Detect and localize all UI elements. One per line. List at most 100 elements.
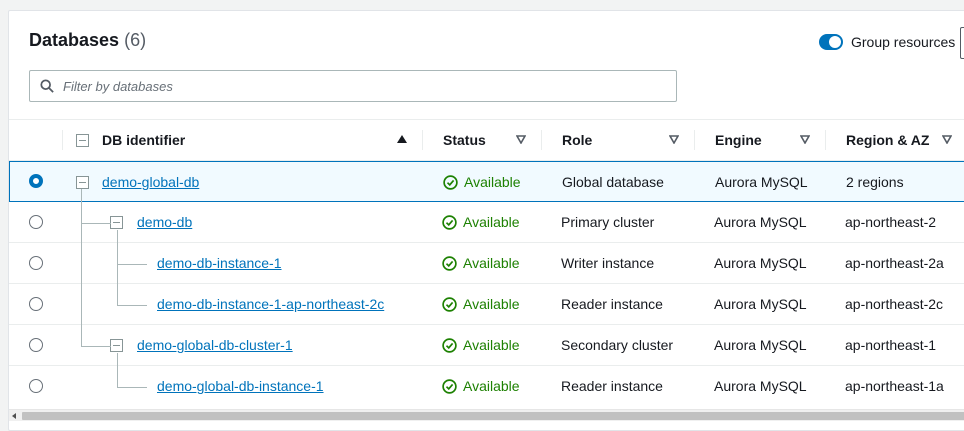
tree-line: [117, 353, 118, 387]
db-identifier-cell: demo-db-instance-1: [157, 243, 282, 283]
check-circle-icon: [442, 337, 457, 353]
check-circle-icon: [442, 378, 457, 394]
row-radio[interactable]: [29, 215, 43, 229]
sort-ascending-icon[interactable]: [397, 135, 407, 143]
engine-cell: Aurora MySQL: [714, 378, 807, 394]
tree-line: [81, 189, 82, 346]
role-cell: Secondary cluster: [561, 337, 674, 353]
db-identifier-cell: demo-global-db-instance-1: [157, 366, 324, 406]
db-identifier-link[interactable]: demo-global-db: [102, 174, 199, 190]
db-identifier-link[interactable]: demo-db-instance-1-ap-northeast-2c: [157, 296, 384, 312]
tree-line: [81, 346, 111, 347]
collapse-icon[interactable]: [110, 338, 123, 352]
role-cell: Reader instance: [561, 378, 663, 394]
status-cell: Available: [442, 366, 520, 406]
table-row[interactable]: demo-global-db-instance-1 Available Read…: [9, 366, 964, 407]
table-row[interactable]: demo-db-instance-1-ap-northeast-2c Avail…: [9, 284, 964, 325]
column-role[interactable]: Role: [541, 120, 694, 160]
role-cell: Global database: [562, 174, 664, 190]
check-circle-icon: [442, 255, 457, 271]
check-circle-icon: [442, 214, 457, 230]
status-cell: Available: [443, 162, 521, 202]
table-row[interactable]: demo-global-db-cluster-1 Available Secon…: [9, 325, 964, 366]
db-identifier-link[interactable]: demo-global-db-instance-1: [157, 378, 324, 394]
status-cell: Available: [442, 284, 520, 324]
collapse-icon[interactable]: [76, 175, 89, 189]
status-text: Available: [463, 296, 520, 312]
role-cell: Primary cluster: [561, 214, 655, 230]
collapse-icon[interactable]: [110, 215, 123, 229]
db-identifier-cell: demo-global-db-cluster-1: [110, 325, 293, 365]
column-engine[interactable]: Engine: [694, 120, 825, 160]
column-label: Role: [562, 132, 593, 148]
region-cell: ap-northeast-1a: [845, 378, 944, 394]
column-label: DB identifier: [102, 132, 186, 148]
column-separator: [541, 130, 542, 150]
column-db-identifier[interactable]: DB identifier: [62, 120, 422, 160]
column-separator: [694, 130, 695, 150]
sort-dropdown-icon[interactable]: [669, 135, 679, 144]
scroll-left-icon[interactable]: [12, 413, 16, 419]
sort-dropdown-icon[interactable]: [942, 135, 952, 144]
group-resources-toggle[interactable]: Group resources: [819, 34, 955, 50]
database-count: (6): [124, 30, 147, 50]
title-text: Databases: [29, 30, 120, 50]
region-cell: ap-northeast-2c: [845, 296, 944, 312]
table-row[interactable]: demo-db-instance-1 Available Writer inst…: [9, 243, 964, 284]
toolbar-button-partial[interactable]: [960, 27, 964, 59]
search-icon: [40, 79, 54, 93]
role-cell: Reader instance: [561, 296, 663, 312]
column-separator: [825, 130, 826, 150]
region-cell: ap-northeast-2: [845, 214, 937, 230]
sort-dropdown-icon[interactable]: [516, 135, 526, 144]
region-cell: ap-northeast-1: [845, 337, 937, 353]
toggle-switch[interactable]: [819, 34, 843, 50]
search-input[interactable]: [63, 78, 623, 94]
column-label: Status: [443, 132, 486, 148]
table-row[interactable]: demo-global-db Available Global database…: [9, 161, 964, 202]
row-radio[interactable]: [29, 338, 43, 352]
role-cell: Writer instance: [561, 255, 655, 271]
tree-line: [117, 230, 118, 305]
tree-line: [117, 264, 147, 265]
region-cell: 2 regions: [846, 174, 904, 190]
engine-cell: Aurora MySQL: [714, 296, 807, 312]
row-radio[interactable]: [29, 297, 43, 311]
status-text: Available: [463, 214, 520, 230]
tree-line: [117, 387, 147, 388]
databases-panel: Databases (6) Group resources DB identif…: [8, 10, 964, 431]
engine-cell: Aurora MySQL: [715, 174, 808, 190]
table-row[interactable]: demo-db Available Primary cluster Aurora…: [9, 202, 964, 243]
row-radio[interactable]: [29, 379, 43, 393]
db-identifier-cell: demo-global-db: [76, 162, 199, 202]
check-circle-icon: [443, 174, 458, 190]
column-label: Region & AZ: [846, 132, 930, 148]
status-text: Available: [463, 378, 520, 394]
check-circle-icon: [442, 296, 457, 312]
table-header: DB identifier Status Role Engine Region …: [9, 119, 964, 161]
sort-dropdown-icon[interactable]: [800, 135, 810, 144]
db-identifier-link[interactable]: demo-db-instance-1: [157, 255, 282, 271]
region-cell: ap-northeast-2a: [845, 255, 944, 271]
column-separator: [422, 130, 423, 150]
column-status[interactable]: Status: [422, 120, 541, 160]
db-identifier-link[interactable]: demo-db: [137, 214, 192, 230]
status-cell: Available: [442, 202, 520, 242]
horizontal-scrollbar[interactable]: [9, 409, 964, 421]
search-box[interactable]: [29, 70, 677, 102]
engine-cell: Aurora MySQL: [714, 255, 807, 271]
db-identifier-cell: demo-db-instance-1-ap-northeast-2c: [157, 284, 384, 324]
row-radio-selected[interactable]: [29, 174, 43, 188]
db-identifier-link[interactable]: demo-global-db-cluster-1: [137, 337, 293, 353]
column-region-az[interactable]: Region & AZ: [825, 120, 964, 160]
status-cell: Available: [442, 243, 520, 283]
status-text: Available: [463, 255, 520, 271]
row-radio[interactable]: [29, 256, 43, 270]
toggle-label: Group resources: [851, 34, 956, 50]
engine-cell: Aurora MySQL: [714, 337, 807, 353]
scrollbar-thumb[interactable]: [22, 412, 964, 420]
engine-cell: Aurora MySQL: [714, 214, 807, 230]
column-separator: [62, 130, 63, 150]
collapse-all-icon[interactable]: [76, 133, 89, 147]
column-label: Engine: [715, 132, 762, 148]
